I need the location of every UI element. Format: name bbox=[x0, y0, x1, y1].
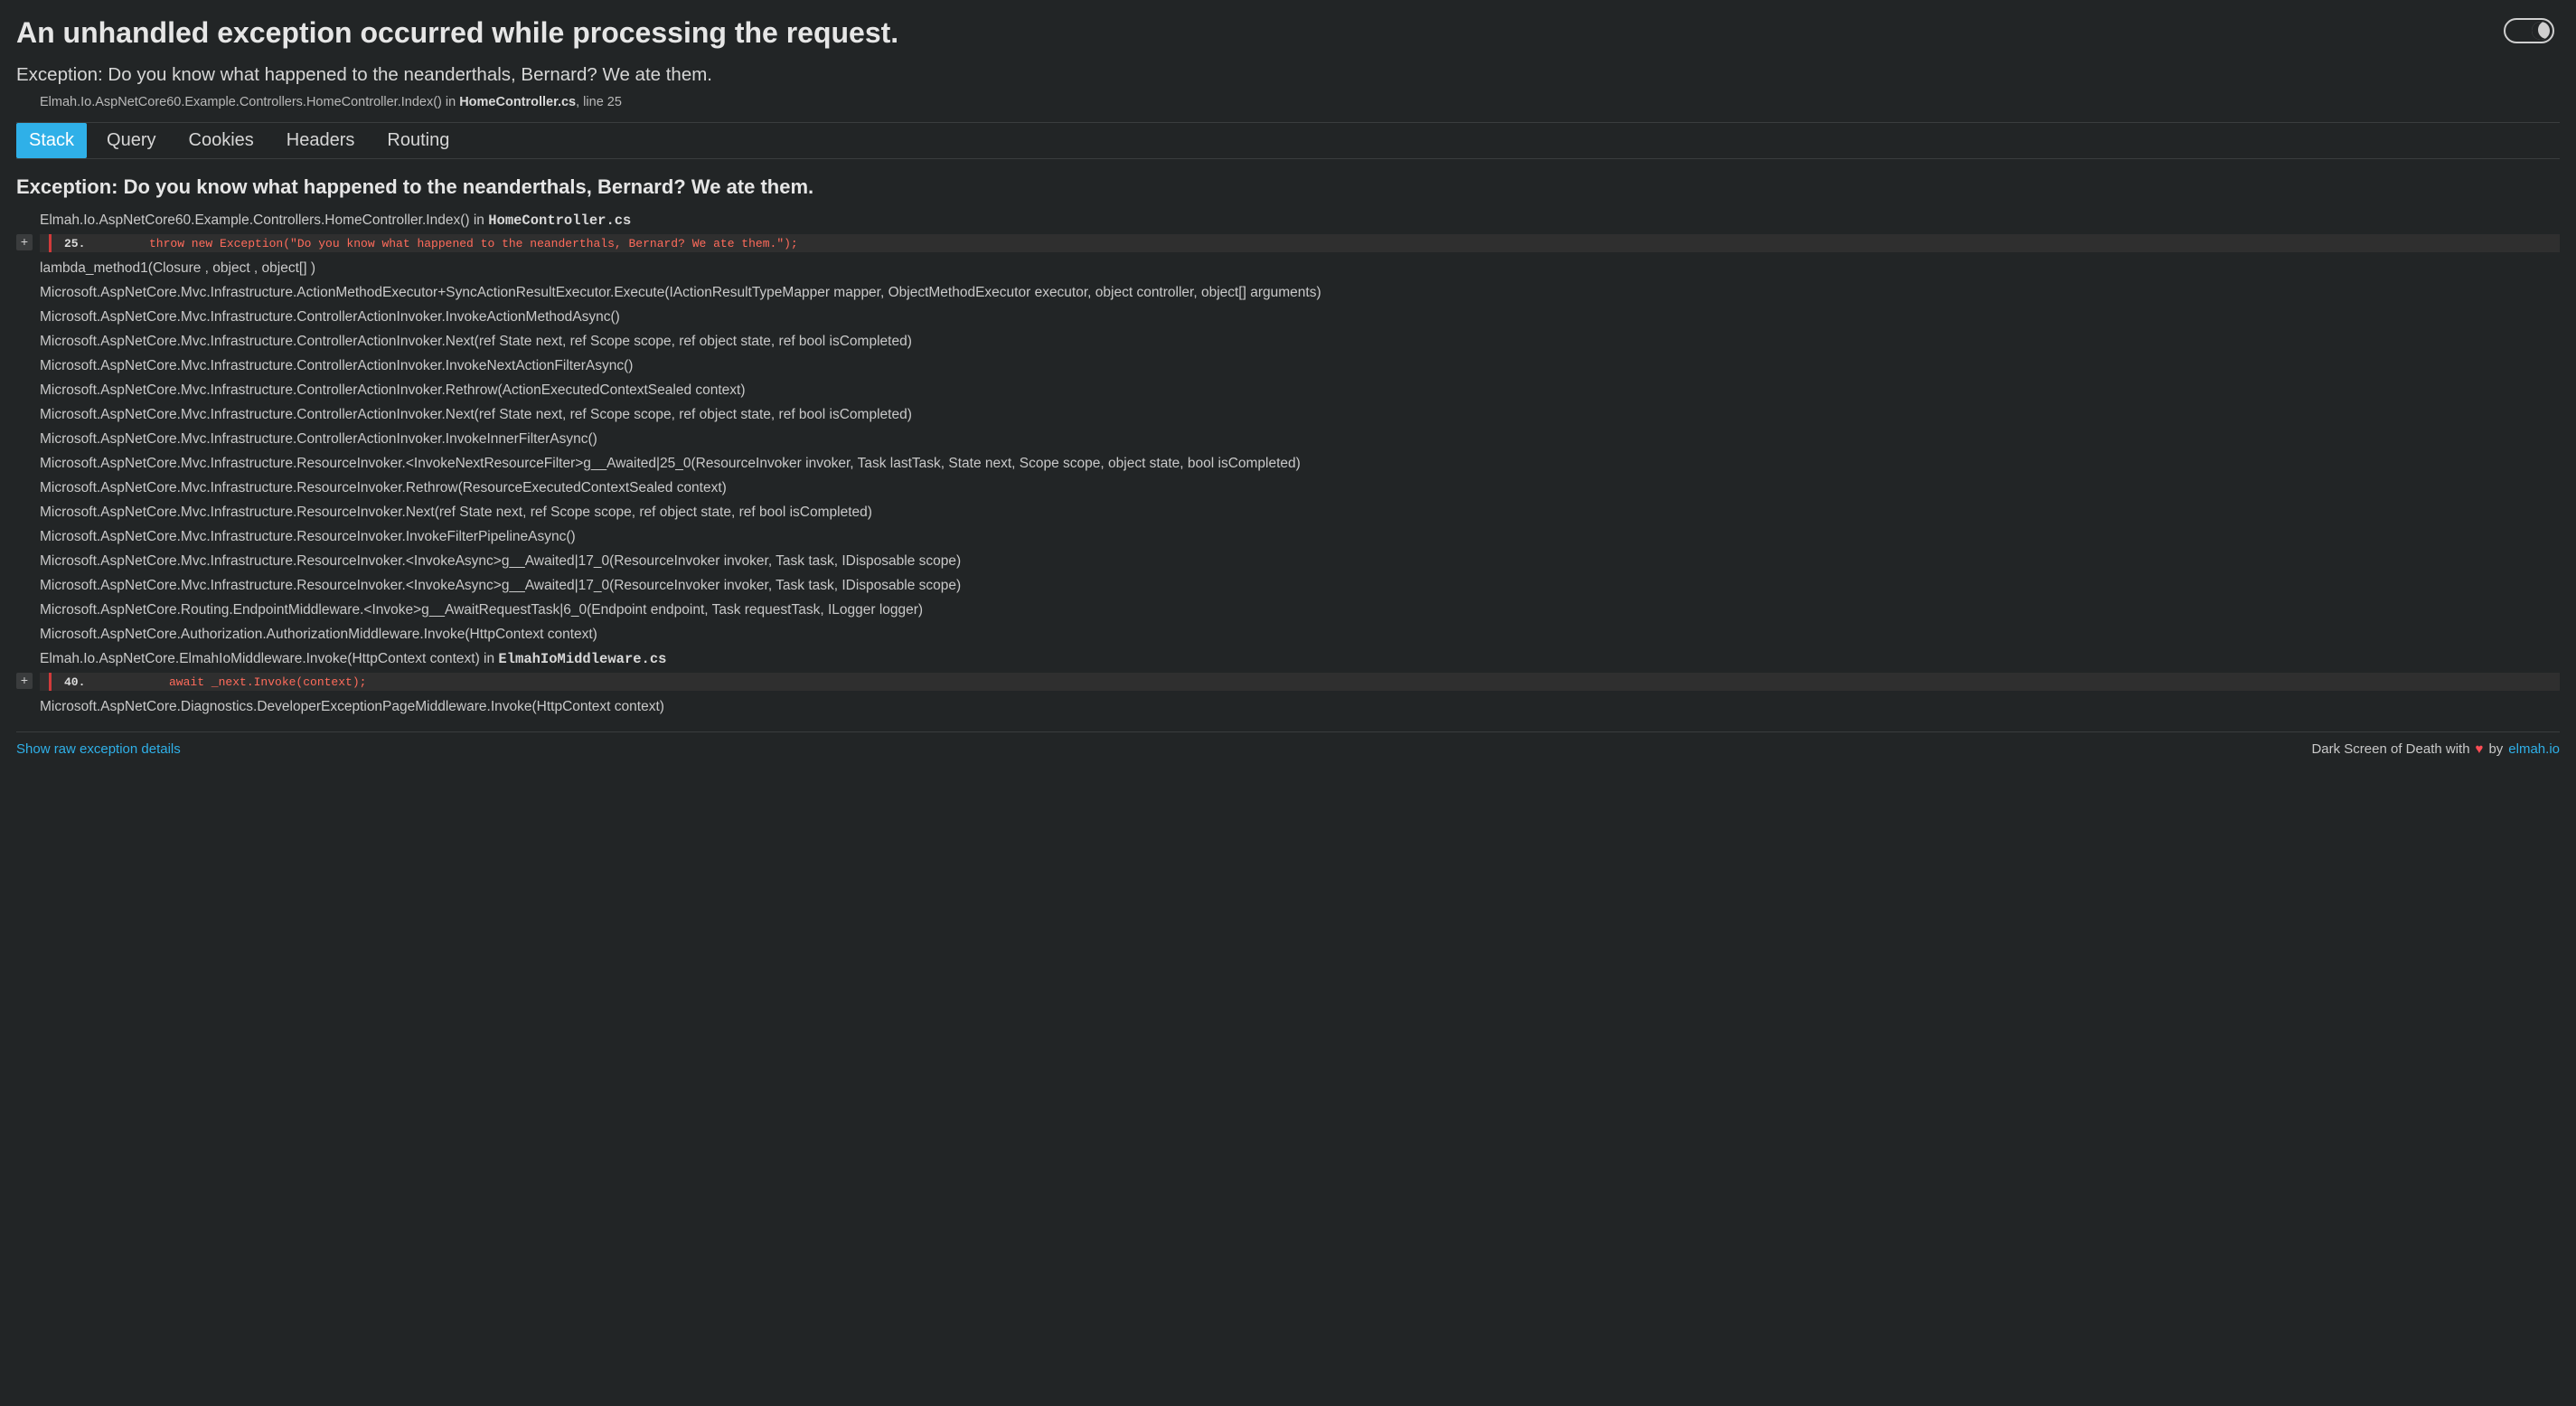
stack-frame[interactable]: Microsoft.AspNetCore.Mvc.Infrastructure.… bbox=[40, 476, 2560, 500]
summary-trace-suffix: , line 25 bbox=[576, 95, 622, 109]
stack-frame[interactable]: lambda_method1(Closure , object , object… bbox=[40, 256, 2560, 280]
expand-button[interactable]: + bbox=[16, 673, 33, 689]
source-code-strip: 40. await _next.Invoke(context); bbox=[40, 673, 2560, 691]
stack-frame[interactable]: Microsoft.AspNetCore.Mvc.Infrastructure.… bbox=[40, 573, 2560, 598]
error-marker bbox=[49, 673, 52, 691]
stack-frame[interactable]: Microsoft.AspNetCore.Mvc.Infrastructure.… bbox=[40, 329, 2560, 354]
stack-frame[interactable]: Microsoft.AspNetCore.Routing.EndpointMid… bbox=[40, 598, 2560, 622]
exception-summary: Exception: Do you know what happened to … bbox=[16, 64, 2560, 86]
stack-frame[interactable]: Microsoft.AspNetCore.Diagnostics.Develop… bbox=[40, 694, 2560, 719]
stack-frame[interactable]: Microsoft.AspNetCore.Mvc.Infrastructure.… bbox=[40, 354, 2560, 378]
summary-trace-file: HomeController.cs bbox=[459, 95, 576, 109]
stack-frame[interactable]: Microsoft.AspNetCore.Mvc.Infrastructure.… bbox=[40, 280, 2560, 305]
summary-trace-prefix: Elmah.Io.AspNetCore60.Example.Controller… bbox=[40, 95, 459, 109]
stack-frame[interactable]: Microsoft.AspNetCore.Mvc.Infrastructure.… bbox=[40, 549, 2560, 573]
frame-prefix: Elmah.Io.AspNetCore60.Example.Controller… bbox=[40, 212, 488, 228]
source-code-strip: 25. throw new Exception("Do you know wha… bbox=[40, 234, 2560, 252]
stack-frame[interactable]: Elmah.Io.AspNetCore.ElmahIoMiddleware.In… bbox=[40, 646, 2560, 671]
exception-summary-location: Elmah.Io.AspNetCore60.Example.Controller… bbox=[16, 91, 2560, 122]
moon-icon bbox=[2532, 22, 2550, 40]
frame-prefix: Elmah.Io.AspNetCore.ElmahIoMiddleware.In… bbox=[40, 651, 498, 666]
expand-button[interactable]: + bbox=[16, 234, 33, 250]
source-code: throw new Exception("Do you know what ha… bbox=[97, 237, 798, 250]
theme-toggle[interactable] bbox=[2504, 18, 2554, 43]
credit: Dark Screen of Death with ♥ by elmah.io bbox=[2311, 741, 2560, 757]
credit-prefix: Dark Screen of Death with bbox=[2311, 741, 2469, 757]
line-number: 40. bbox=[64, 675, 97, 689]
stack-frame[interactable]: Microsoft.AspNetCore.Mvc.Infrastructure.… bbox=[40, 305, 2560, 329]
frame-file: ElmahIoMiddleware.cs bbox=[498, 651, 666, 667]
tab-headers[interactable]: Headers bbox=[274, 123, 368, 158]
show-raw-link[interactable]: Show raw exception details bbox=[16, 741, 181, 757]
stack-frame[interactable]: Microsoft.AspNetCore.Mvc.Infrastructure.… bbox=[40, 500, 2560, 524]
page-title: An unhandled exception occurred while pr… bbox=[16, 16, 898, 50]
tab-query[interactable]: Query bbox=[94, 123, 168, 158]
source-code: await _next.Invoke(context); bbox=[97, 675, 366, 689]
stack-frame[interactable]: Microsoft.AspNetCore.Mvc.Infrastructure.… bbox=[40, 378, 2560, 402]
heart-icon: ♥ bbox=[2476, 741, 2484, 757]
stack-frame[interactable]: Microsoft.AspNetCore.Mvc.Infrastructure.… bbox=[40, 427, 2560, 451]
frame-file: HomeController.cs bbox=[488, 212, 631, 229]
line-number: 25. bbox=[64, 237, 97, 250]
credit-link[interactable]: elmah.io bbox=[2508, 741, 2560, 757]
exception-heading: Exception: Do you know what happened to … bbox=[16, 175, 2560, 199]
stack-frame[interactable]: Microsoft.AspNetCore.Authorization.Autho… bbox=[40, 622, 2560, 646]
stack-frame[interactable]: Elmah.Io.AspNetCore60.Example.Controller… bbox=[40, 208, 2560, 232]
tab-stack[interactable]: Stack bbox=[16, 123, 87, 158]
source-code-row: + 40. await _next.Invoke(context); bbox=[16, 673, 2560, 691]
tab-routing[interactable]: Routing bbox=[374, 123, 462, 158]
stack-frame[interactable]: Microsoft.AspNetCore.Mvc.Infrastructure.… bbox=[40, 524, 2560, 549]
tab-row: StackQueryCookiesHeadersRouting bbox=[16, 122, 2560, 159]
credit-by: by bbox=[2488, 741, 2503, 757]
stack-frames: Elmah.Io.AspNetCore60.Example.Controller… bbox=[40, 208, 2560, 719]
stack-frame[interactable]: Microsoft.AspNetCore.Mvc.Infrastructure.… bbox=[40, 402, 2560, 427]
error-marker bbox=[49, 234, 52, 252]
source-code-row: + 25. throw new Exception("Do you know w… bbox=[16, 234, 2560, 252]
footer: Show raw exception details Dark Screen o… bbox=[16, 731, 2560, 757]
tab-cookies[interactable]: Cookies bbox=[176, 123, 267, 158]
stack-frame[interactable]: Microsoft.AspNetCore.Mvc.Infrastructure.… bbox=[40, 451, 2560, 476]
